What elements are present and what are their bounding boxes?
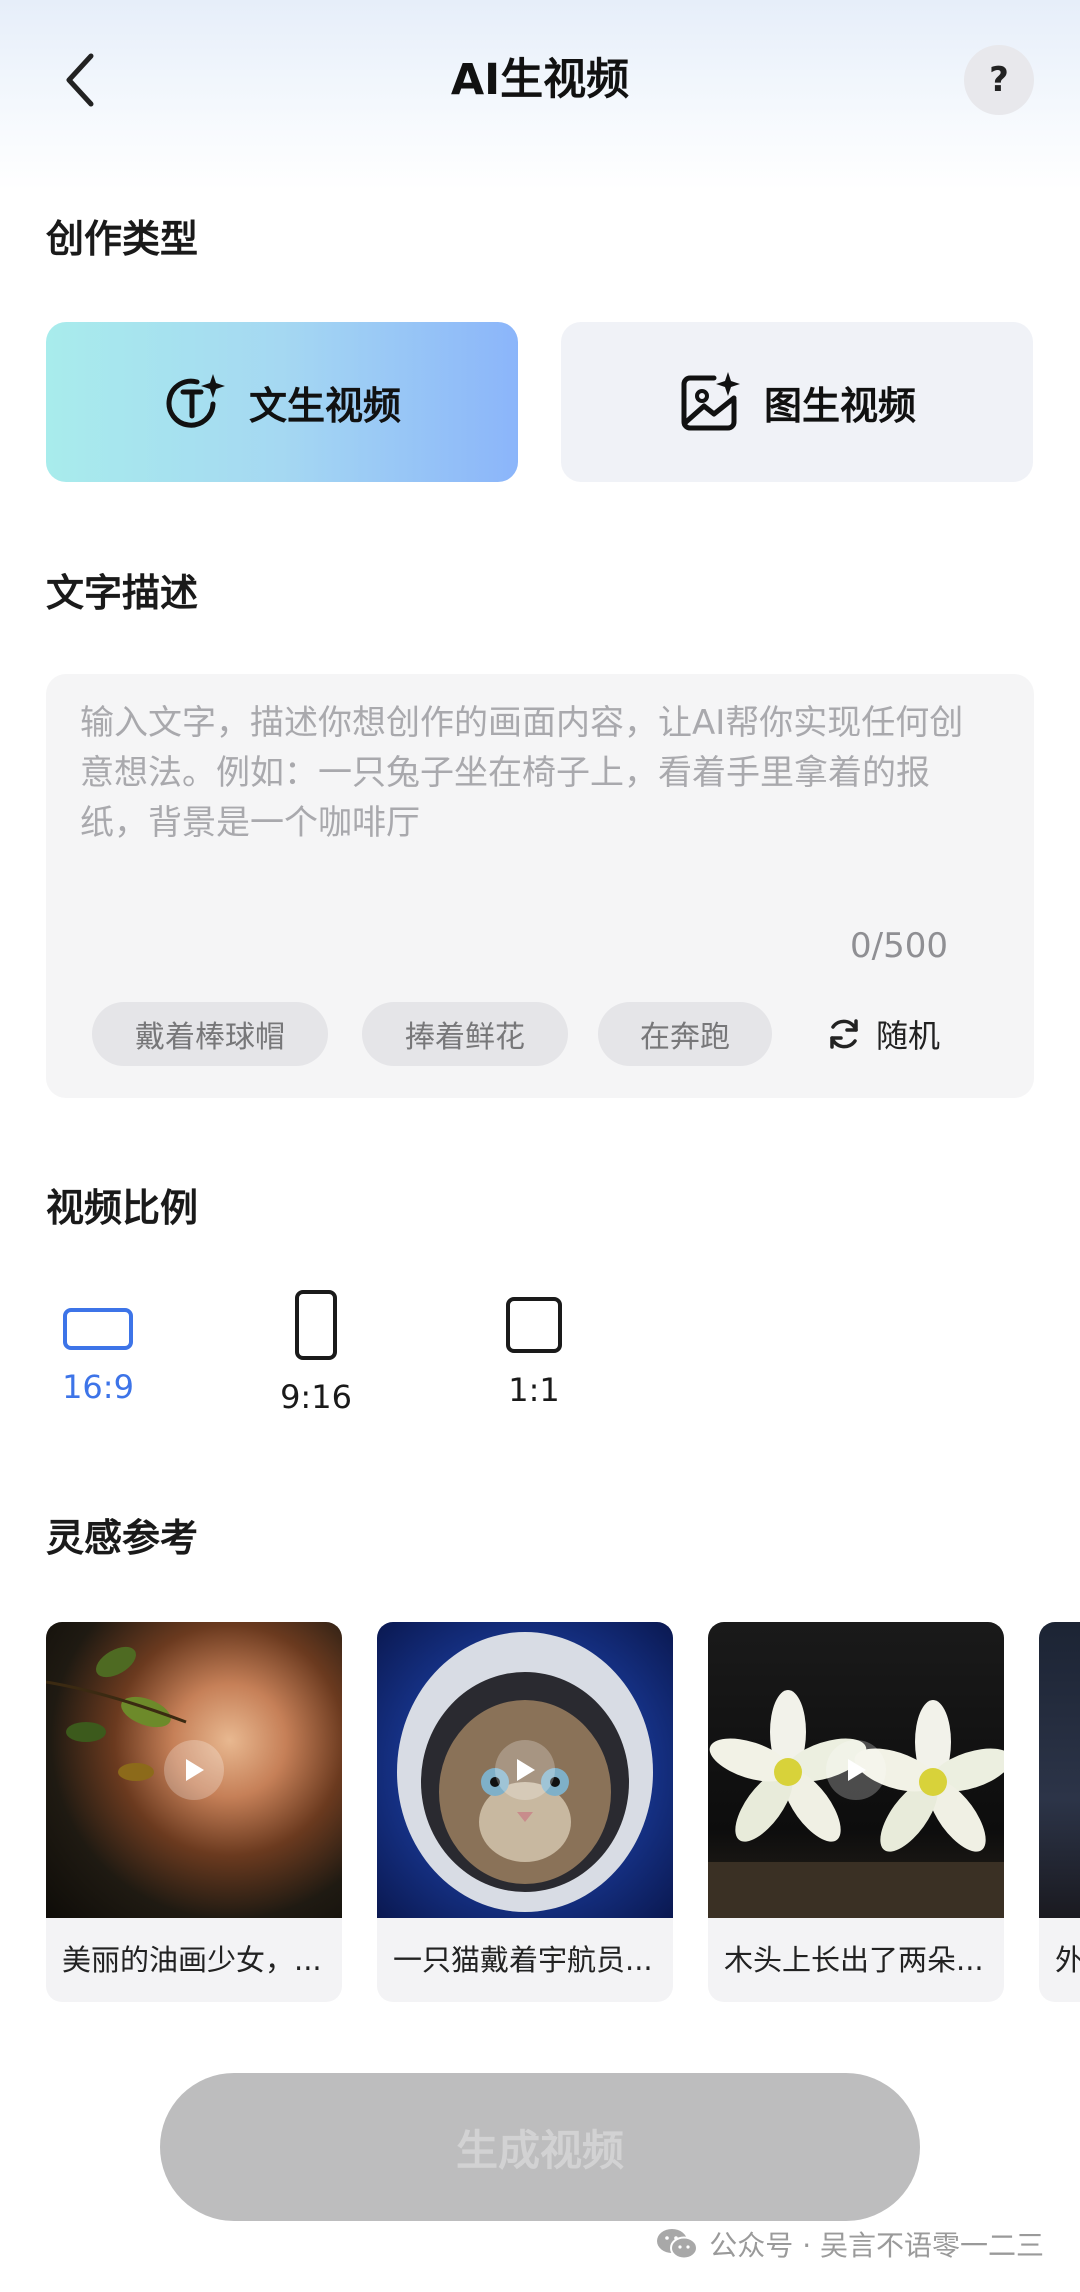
inspiration-card[interactable]: 美丽的油画少女，...: [46, 1622, 342, 2002]
watermark-text: 公众号 · 吴言不语零一二三: [709, 2229, 1044, 2262]
ratio-label: 1:1: [508, 1371, 560, 1409]
description-placeholder: 输入文字，描述你想创作的画面内容，让AI帮你实现任何创意想法。例如：一只兔子坐在…: [80, 703, 964, 843]
image-to-video-label: 图生视频: [763, 383, 916, 428]
help-icon: ?: [989, 60, 1009, 100]
suggestion-chip[interactable]: 戴着棒球帽: [92, 1002, 328, 1066]
help-button[interactable]: ?: [964, 45, 1034, 115]
inspiration-card[interactable]: 木头上长出了两朵...: [708, 1622, 1004, 2002]
suggestion-chip[interactable]: 捧着鲜花: [362, 1002, 568, 1066]
square-ratio-icon: [506, 1297, 562, 1353]
video-ratio-title: 视频比例: [46, 1186, 199, 1230]
landscape-ratio-icon: [63, 1308, 133, 1350]
inspiration-card[interactable]: 外: [1039, 1622, 1080, 2002]
text-to-video-label: 文生视频: [248, 383, 401, 428]
city-night-thumbnail: [1039, 1622, 1080, 1918]
random-label: 随机: [876, 1017, 941, 1055]
refresh-icon: [830, 1019, 858, 1049]
image-sparkle-icon: [681, 372, 740, 431]
portrait-ratio-icon: [295, 1290, 337, 1360]
wood-flowers-thumbnail: [708, 1622, 1004, 1918]
inspiration-card[interactable]: 一只猫戴着宇航员...: [377, 1622, 673, 2002]
oil-painting-girl-thumbnail: [46, 1622, 342, 1918]
text-sparkle-icon: [166, 374, 225, 428]
description-input[interactable]: 输入文字，描述你想创作的画面内容，让AI帮你实现任何创意想法。例如：一只兔子坐在…: [46, 674, 1034, 1098]
play-icon: [164, 1740, 224, 1800]
suggestion-chip[interactable]: 在奔跑: [598, 1002, 772, 1066]
watermark: 公众号 · 吴言不语零一二三: [655, 2222, 1044, 2266]
ratio-option-1-1[interactable]: 1:1: [474, 1290, 594, 1409]
character-counter: 0/500: [850, 926, 948, 966]
inspiration-caption: 一只猫戴着宇航员...: [393, 1943, 653, 1977]
wechat-icon: [657, 2229, 699, 2260]
astronaut-cat-thumbnail: [377, 1622, 673, 1918]
description-title: 文字描述: [46, 571, 199, 615]
page-title: AI生视频: [450, 55, 630, 105]
ratio-label: 9:16: [280, 1378, 352, 1416]
inspiration-caption: 美丽的油画少女，...: [62, 1943, 322, 1977]
play-icon: [826, 1740, 886, 1800]
random-button[interactable]: 随机: [826, 1002, 940, 1066]
play-icon: [495, 1740, 555, 1800]
ratio-option-9-16[interactable]: 9:16: [256, 1290, 376, 1416]
creation-type-title: 创作类型: [46, 217, 199, 261]
inspiration-caption: 外: [1055, 1943, 1080, 1977]
ratio-label: 16:9: [62, 1368, 134, 1406]
generate-video-button[interactable]: 生成视频: [160, 2073, 920, 2221]
image-to-video-card[interactable]: 图生视频: [561, 322, 1033, 482]
text-to-video-card[interactable]: 文生视频: [46, 322, 518, 482]
inspiration-title: 灵感参考: [46, 1516, 199, 1560]
inspiration-caption: 木头上长出了两朵...: [724, 1943, 984, 1977]
ratio-option-16-9[interactable]: 16:9: [38, 1290, 158, 1406]
